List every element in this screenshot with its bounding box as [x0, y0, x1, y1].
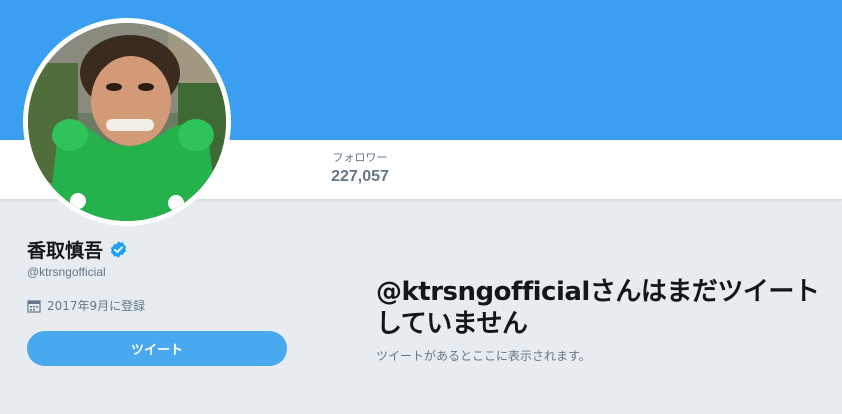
empty-state-subtitle: ツイートがあるとここに表示されます。: [376, 349, 591, 363]
followers-label: フォロワー: [332, 151, 388, 164]
profile-name-row: 香取慎吾: [27, 236, 128, 263]
empty-state-title: @ktrsngofficialさんはまだツイートしていません: [376, 277, 820, 339]
tweet-button[interactable]: ツイート: [27, 331, 287, 366]
verified-badge-icon: [110, 241, 127, 258]
join-date: 2017年9月に登録: [27, 297, 145, 314]
followers-count: 227,057: [331, 168, 389, 185]
avatar[interactable]: [23, 18, 231, 226]
join-date-text: 2017年9月に登録: [47, 299, 146, 313]
calendar-icon: [27, 299, 41, 313]
display-name[interactable]: 香取慎吾: [27, 236, 103, 263]
avatar-image: [28, 23, 226, 221]
followers-stat[interactable]: フォロワー 227,057: [322, 151, 398, 188]
profile-handle[interactable]: @ktrsngofficial: [27, 265, 106, 279]
